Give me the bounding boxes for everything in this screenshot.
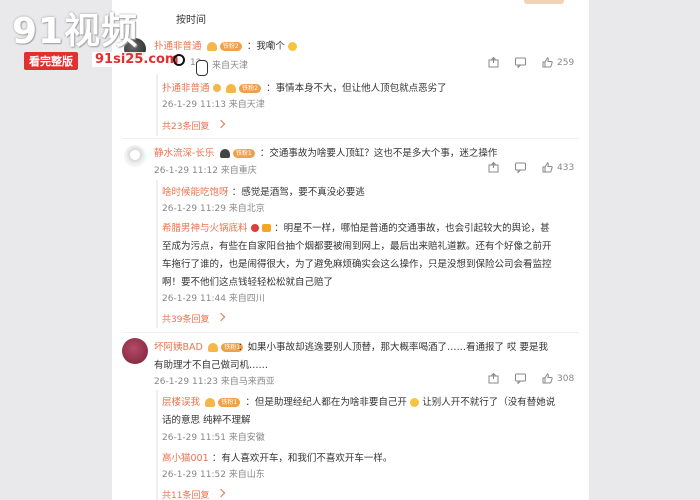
- reply-time: 26-1-29 11:51 来自安徽: [162, 433, 265, 443]
- reply-block: 希腊男神与火锅底料 ：明星不一样，哪怕是普通的交通事故，也会引起较大的舆论，甚至…: [162, 220, 552, 292]
- cursor-icon: [196, 60, 208, 76]
- comment-actions: 433: [488, 161, 574, 174]
- reply-text: ：有人喜欢开车，和我们不喜欢开车一样。: [211, 453, 393, 464]
- reply-block: 层楼误我 铁粉1 ：但是助理经纪人都在为啥非要自己开 让别人开不就行了（没有替她…: [162, 394, 557, 430]
- no-entry-icon: [250, 224, 259, 232]
- more-replies-link[interactable]: 共11条回复: [162, 488, 209, 500]
- reply-time: 26-1-29 11:29 来自北京: [162, 204, 265, 214]
- emoji-icon: [410, 397, 420, 407]
- search-icon: [173, 54, 185, 66]
- comment-icon[interactable]: [515, 373, 526, 385]
- comment-icon[interactable]: [515, 57, 526, 69]
- vip-crown-icon: [225, 83, 236, 93]
- chevron-right-icon: [216, 488, 226, 498]
- like-button[interactable]: 259: [542, 57, 574, 68]
- like-count: 433: [557, 162, 575, 173]
- like-button[interactable]: 433: [542, 162, 574, 173]
- reply-text: ：感觉是酒驾，要不真没必要逃: [231, 187, 365, 198]
- reply-header: 啥时候能吃饱呀 ：感觉是酒驾，要不真没必要逃: [162, 184, 365, 198]
- vip-crown-icon: [206, 41, 217, 51]
- fan-badge: 铁粉2: [219, 41, 242, 51]
- comment-icon[interactable]: [515, 162, 526, 174]
- comment-time: 26-1-29 11:12 来自重庆: [154, 166, 257, 176]
- crown-icon: [261, 224, 271, 232]
- comment-header: 静水流深-长乐 铁粉1 ：交通事故为啥要人顶缸？这也不是多大个事，迷之操作: [154, 145, 497, 159]
- comment-panel: 按时间 扑通非普通 铁粉2 ：我嘞个 12 来自天津 259 扑通非普通 铁粉2…: [112, 0, 589, 500]
- share-icon[interactable]: [488, 372, 499, 384]
- reply-username[interactable]: 扑通非普通: [162, 83, 210, 94]
- verified-icon: [212, 84, 221, 92]
- reply-username[interactable]: 希腊男神与火锅底料: [162, 223, 248, 234]
- like-icon: [542, 162, 553, 173]
- comment-text: ：如果小事故却逃逸要别人顶替，那大概率喝酒了……看通报了 哎 要是我有助理才不自…: [154, 342, 549, 371]
- share-icon[interactable]: [488, 161, 499, 173]
- like-button[interactable]: 308: [542, 373, 574, 384]
- comment-actions: 308: [488, 372, 574, 385]
- emoji-icon: [288, 41, 298, 51]
- chevron-right-icon: [216, 312, 226, 322]
- reply-text: ：但是助理经纪人都在为啥非要自己开: [245, 397, 407, 408]
- fan-badge: 铁粉2: [239, 83, 261, 93]
- vip-crown-icon: [205, 397, 216, 407]
- reply-username[interactable]: 层楼误我: [162, 397, 200, 408]
- reply-time: 26-1-29 11:13 来自天津: [162, 100, 265, 110]
- like-count: 259: [557, 57, 575, 68]
- comment-text: ：交通事故为啥要人顶缸？这也不是多大个事，迷之操作: [259, 148, 498, 159]
- comment-time: 26-1-29 11:23 来自马来西亚: [154, 377, 275, 387]
- avatar[interactable]: [122, 338, 148, 364]
- divider: [122, 332, 579, 333]
- reply-divider: [156, 74, 158, 136]
- like-count: 308: [557, 373, 575, 384]
- fan-badge: 铁粉1: [218, 397, 241, 407]
- reply-username[interactable]: 高小猫001: [162, 453, 209, 464]
- watermark-banner: 看完整版: [24, 52, 78, 70]
- reply-header: 高小猫001 ：有人喜欢开车，和我们不喜欢开车一样。: [162, 450, 392, 464]
- top-tab-indicator: [524, 0, 564, 4]
- like-icon: [542, 373, 553, 384]
- reply-username[interactable]: 啥时候能吃饱呀: [162, 187, 229, 198]
- watermark-logo: 91视频 看完整版 91si25.com: [0, 0, 208, 76]
- like-icon: [542, 57, 553, 68]
- chevron-right-icon: [216, 119, 226, 129]
- comment-text: ：我嘞个: [246, 41, 285, 52]
- reply-time: 26-1-29 11:52 来自山东: [162, 470, 265, 480]
- avatar[interactable]: [124, 145, 146, 167]
- more-replies-link[interactable]: 共23条回复: [162, 119, 209, 132]
- more-replies-link[interactable]: 共39条回复: [162, 312, 209, 325]
- comment-username[interactable]: 静水流深-长乐: [154, 148, 214, 159]
- reply-divider: [156, 390, 158, 500]
- reply-time: 26-1-29 11:44 来自四川: [162, 294, 265, 304]
- comment-time: 来自天津: [212, 61, 249, 71]
- vip-crown-icon: [219, 148, 230, 158]
- comment-actions: 259: [488, 56, 574, 69]
- divider: [122, 138, 579, 139]
- fan-badge: 铁粉1: [232, 148, 255, 158]
- reply-header: 扑通非普通 铁粉2 ：事情本身不大，但让他人顶包就点恶劣了: [162, 80, 447, 94]
- watermark-site: 91si25.com: [92, 52, 182, 67]
- share-icon[interactable]: [488, 56, 499, 68]
- reply-text: ：事情本身不大，但让他人顶包就点恶劣了: [266, 83, 447, 94]
- watermark-brand: 91视频: [12, 11, 139, 52]
- comment-body: ：如果小事故却逃逸要别人顶替，那大概率喝酒了……看通报了 哎 要是我有助理才不自…: [154, 339, 549, 375]
- reply-divider: [156, 180, 158, 328]
